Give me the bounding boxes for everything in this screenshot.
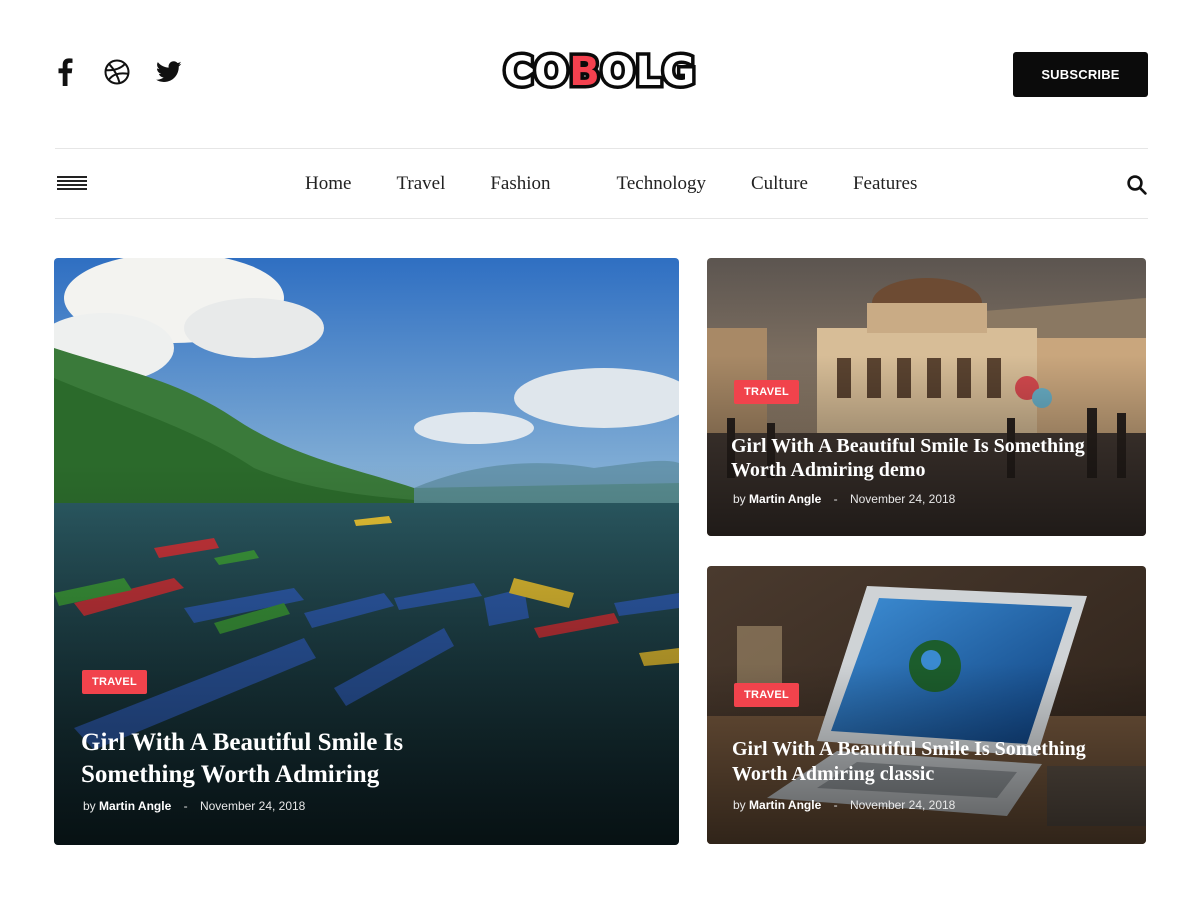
side-post-card[interactable]: TRAVEL Girl With A Beautiful Smile Is So… xyxy=(707,566,1146,844)
post-meta: by Martin Angle - November 24, 2018 xyxy=(83,799,305,813)
primary-menu: Home Travel Fashion Technology Culture F… xyxy=(305,149,917,218)
logo-letter-accent: B xyxy=(566,46,603,99)
meta-by: by xyxy=(733,798,746,812)
meta-by: by xyxy=(83,799,96,813)
meta-separator: - xyxy=(833,798,838,812)
author-link[interactable]: Martin Angle xyxy=(99,799,171,813)
nav-item-features[interactable]: Features xyxy=(853,173,917,195)
nav-item-home[interactable]: Home xyxy=(305,173,351,195)
meta-separator: - xyxy=(833,492,838,506)
logo-letter: G xyxy=(659,46,699,99)
nav-item-travel[interactable]: Travel xyxy=(396,173,445,195)
logo-letter: L xyxy=(632,46,664,99)
category-badge[interactable]: TRAVEL xyxy=(734,683,799,707)
category-badge[interactable]: TRAVEL xyxy=(82,670,147,694)
post-date: November 24, 2018 xyxy=(849,798,956,812)
post-date: November 24, 2018 xyxy=(199,799,306,813)
post-meta: by Martin Angle - November 24, 2018 xyxy=(733,492,955,506)
logo-letter: C xyxy=(500,46,536,99)
category-badge[interactable]: TRAVEL xyxy=(734,380,799,404)
post-title[interactable]: Girl With A Beautiful Smile Is Something… xyxy=(81,727,521,791)
author-link[interactable]: Martin Angle xyxy=(749,798,821,812)
meta-separator: - xyxy=(183,799,188,813)
featured-post-card[interactable]: TRAVEL Girl With A Beautiful Smile Is So… xyxy=(54,258,679,845)
main-navigation: Home Travel Fashion Technology Culture F… xyxy=(55,148,1148,219)
nav-item-technology[interactable]: Technology xyxy=(617,173,706,195)
author-link[interactable]: Martin Angle xyxy=(749,492,821,506)
logo-letter: O xyxy=(531,46,572,99)
post-title[interactable]: Girl With A Beautiful Smile Is Something… xyxy=(731,434,1136,482)
side-post-card[interactable]: TRAVEL Girl With A Beautiful Smile Is So… xyxy=(707,258,1146,536)
hamburger-icon[interactable] xyxy=(57,176,87,192)
logo-letter: O xyxy=(597,46,638,99)
nav-item-culture[interactable]: Culture xyxy=(751,173,808,195)
post-meta: by Martin Angle - November 24, 2018 xyxy=(733,798,955,812)
search-icon[interactable] xyxy=(1126,174,1148,196)
post-date: November 24, 2018 xyxy=(849,492,956,506)
post-title[interactable]: Girl With A Beautiful Smile Is Something… xyxy=(732,737,1132,787)
subscribe-button[interactable]: SUBSCRIBE xyxy=(1013,52,1148,97)
meta-by: by xyxy=(733,492,746,506)
nav-item-fashion[interactable]: Fashion xyxy=(490,173,550,195)
site-header: COBOLG SUBSCRIBE xyxy=(0,0,1200,148)
